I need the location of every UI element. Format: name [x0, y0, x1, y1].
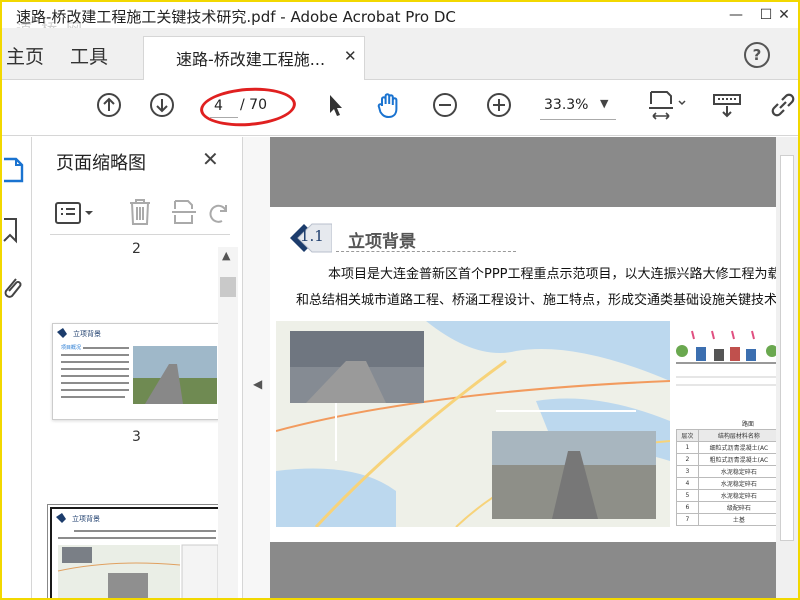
section-number: 1.1 — [300, 227, 324, 245]
highlight-annotation — [198, 84, 298, 130]
table-row: 1 细粒式沥青混凝土(AC — [676, 441, 780, 454]
navigation-rail — [2, 137, 32, 598]
table-cell: 7 — [676, 513, 699, 526]
thumb-heading: 立项背景 — [72, 514, 100, 523]
thumbnail-toolbar — [50, 191, 230, 235]
zoom-in-icon[interactable] — [484, 90, 514, 120]
table-header-cell: 结构层材料名称 — [697, 429, 780, 442]
close-panel-icon[interactable]: ✕ — [202, 147, 219, 171]
cross-section-panel: 路面 层次 结构层材料名称 1 细粒式沥青混凝土(AC 2 粗粒式沥青混凝土(AC … — [672, 321, 780, 527]
hand-tool-icon[interactable] — [374, 90, 404, 120]
scroll-up-icon[interactable]: ▲ — [222, 249, 230, 262]
table-row: 3 水泥稳定碎石 — [676, 465, 780, 478]
page-thumbnail[interactable]: 立项背景 项目概况 — [52, 323, 220, 420]
tab-tools[interactable]: 工具 — [70, 42, 108, 69]
pavement-table: 层次 结构层材料名称 1 细粒式沥青混凝土(AC 2 粗粒式沥青混凝土(AC 3 水泥… — [676, 429, 780, 526]
table-cell: 3 — [676, 465, 699, 478]
scroll-mode-icon[interactable] — [712, 90, 742, 120]
table-cell: 粗粒式沥青混凝土(AC — [697, 453, 780, 466]
trash-icon[interactable] — [126, 197, 154, 231]
thumbnail-page-label: 2 — [132, 241, 141, 257]
tab-document[interactable]: 速路-桥改建工程施... ✕ — [143, 36, 365, 81]
panel-splitter[interactable]: ◀ — [242, 137, 270, 598]
table-cell: 1 — [676, 441, 699, 454]
paragraph-line: 本项目是大连金普新区首个PPP工程重点示范项目，以大连振兴路大修工程为载体 — [328, 267, 780, 282]
rotate-page-icon[interactable] — [208, 197, 230, 231]
table-cell: 水泥稳定碎石 — [697, 465, 780, 478]
table-header-cell: 层次 — [676, 429, 699, 442]
close-window-button[interactable]: ✕ — [766, 2, 798, 28]
link-icon[interactable] — [768, 90, 798, 120]
next-page-icon[interactable] — [147, 90, 177, 120]
chevron-down-icon: ▼ — [600, 97, 609, 110]
table-cell: 水泥稳定碎石 — [697, 489, 780, 502]
insert-page-icon[interactable] — [170, 197, 200, 231]
tab-home[interactable]: 主页 — [6, 42, 44, 69]
page-thumbnails-panel: 页面缩略图 ✕ 2 立项背景 项目概况 3 立项背景 ▲ — [32, 137, 242, 598]
project-map-image — [276, 321, 670, 527]
scrollbar-thumb[interactable] — [220, 277, 236, 297]
thumbnail-scrollbar[interactable]: ▲ — [218, 247, 238, 598]
table-cell: 2 — [676, 453, 699, 466]
collapse-panel-icon[interactable]: ◀ — [253, 377, 262, 391]
scrollbar-thumb[interactable] — [780, 155, 794, 541]
zoom-out-icon[interactable] — [430, 90, 460, 120]
bookmark-icon[interactable] — [2, 215, 24, 249]
table-row: 7 土基 — [676, 513, 780, 526]
table-cell: 细粒式沥青混凝土(AC — [697, 441, 780, 454]
thumb-subheading: 项目概况 — [61, 344, 81, 351]
document-tab-label: 速路-桥改建工程施... — [176, 50, 326, 69]
table-cell: 水泥稳定碎石 — [697, 477, 780, 490]
help-icon[interactable]: ? — [744, 42, 770, 68]
select-tool-icon[interactable] — [320, 90, 350, 120]
divider — [336, 251, 516, 252]
table-cell: 5 — [676, 489, 699, 502]
previous-page-icon[interactable] — [94, 90, 124, 120]
fit-page-icon[interactable] — [644, 90, 690, 120]
close-tab-icon[interactable]: ✕ — [344, 47, 357, 65]
pdf-page: 1.1 立项背景 本项目是大连金普新区首个PPP工程重点示范项目，以大连振兴路大… — [270, 207, 780, 542]
thumbnail-page-label: 3 — [132, 429, 141, 445]
paragraph-line: 和总结相关城市道路工程、桥涵工程设计、施工特点，形成交通类基础设施关键技术总 — [296, 293, 780, 308]
table-row: 5 水泥稳定碎石 — [676, 489, 780, 502]
table-row: 2 粗粒式沥青混凝土(AC — [676, 453, 780, 466]
table-caption: 路面 — [742, 421, 755, 428]
table-cell: 级配碎石 — [697, 501, 780, 514]
page-thumbnails-icon[interactable] — [2, 155, 24, 189]
table-cell: 4 — [676, 477, 699, 490]
table-row: 4 水泥稳定碎石 — [676, 477, 780, 490]
table-cell: 6 — [676, 501, 699, 514]
zoom-value: 33.3% — [544, 97, 589, 113]
toolbar: / 70 33.3% ▼ — [2, 80, 798, 136]
options-menu-icon[interactable] — [54, 201, 98, 229]
zoom-select[interactable]: 33.3% ▼ — [540, 94, 616, 120]
thumb-heading: 立项背景 — [73, 329, 101, 338]
title-bar: 速路-桥改建工程施工关键技术研究.pdf - Adobe Acrobat Pro… — [2, 2, 798, 39]
document-view[interactable]: 1.1 立项背景 本项目是大连金普新区首个PPP工程重点示范项目，以大连振兴路大… — [270, 137, 798, 598]
section-title: 立项背景 — [348, 232, 416, 252]
acrobat-window: 速路-桥改建工程施工关键技术研究.pdf - Adobe Acrobat Pro… — [0, 0, 800, 600]
page-thumbnail-selected[interactable]: 立项背景 — [50, 507, 222, 598]
table-cell: 土基 — [697, 513, 780, 526]
attachment-icon[interactable] — [2, 273, 24, 307]
table-row: 6 级配碎石 — [676, 501, 780, 514]
panel-title: 页面缩略图 — [56, 153, 146, 174]
document-scrollbar[interactable] — [776, 137, 798, 598]
main-tab-row: 主页 工具 速路-桥改建工程施... ✕ ? — [2, 28, 798, 81]
